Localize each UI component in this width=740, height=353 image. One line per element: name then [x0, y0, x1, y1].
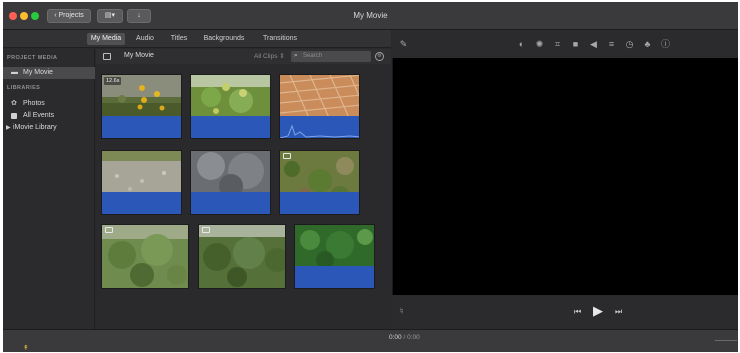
- audio-waveform: [280, 115, 359, 138]
- clip-thumbnail-apple-tree[interactable]: [190, 74, 271, 139]
- project-media-header: PROJECT MEDIA: [7, 55, 58, 61]
- audio-waveform: [295, 265, 374, 288]
- timeline-playhead-icon[interactable]: ↟: [23, 344, 29, 352]
- audio-waveform: [191, 191, 270, 214]
- clip-thumbnail-shrubs[interactable]: [101, 224, 189, 289]
- clip-thumbnail-weeds[interactable]: [279, 150, 360, 215]
- magic-wand-icon[interactable]: ✎: [398, 39, 409, 49]
- title-bar: ‹ Projects ▤▾ ↓ My Movie: [3, 2, 738, 30]
- sidebar-item-my-movie[interactable]: ▬ My Movie: [3, 67, 95, 79]
- noise-reduction-icon[interactable]: ≡: [606, 39, 617, 49]
- clip-filter-icon[interactable]: ♣: [642, 39, 653, 49]
- sidebar-item-photos[interactable]: ✿ Photos: [3, 98, 95, 110]
- color-correction-icon[interactable]: ✺: [534, 39, 545, 49]
- events-icon: [11, 113, 17, 119]
- timecode-separator: /: [403, 334, 406, 341]
- window-title: My Movie: [353, 11, 388, 20]
- search-icon: ⌕: [294, 52, 298, 59]
- sidebar-item-label: My Movie: [23, 69, 53, 76]
- bushes-image: [199, 225, 285, 288]
- camera-icon: [202, 227, 210, 233]
- volume-icon[interactable]: ◀: [588, 39, 599, 49]
- clip-thumbnail-sunflowers[interactable]: 12.6s: [101, 74, 182, 139]
- search-placeholder: Search: [303, 53, 323, 59]
- audio-waveform: [102, 115, 181, 138]
- timeline-header: 0:00 / 0:00 ↟: [3, 329, 738, 352]
- media-browser: 12.6s: [96, 64, 391, 329]
- zoom-slider[interactable]: [715, 340, 737, 341]
- libraries-sidebar: PROJECT MEDIA ▬ My Movie LIBRARIES ✿ Pho…: [3, 49, 95, 329]
- video-viewer: [392, 58, 738, 295]
- browser-settings-gear-icon[interactable]: ⚙: [375, 52, 384, 61]
- playback-controls: ♮ ⏮ ▶ ⏭: [392, 295, 738, 329]
- imovie-window: ‹ Projects ▤▾ ↓ My Movie My Media Audio …: [3, 2, 738, 352]
- disclosure-triangle-icon[interactable]: ▶: [6, 122, 11, 134]
- film-icon: ▬: [11, 69, 18, 76]
- sidebar-item-all-events[interactable]: All Events: [3, 110, 95, 122]
- audio-waveform: [280, 191, 359, 214]
- speed-icon[interactable]: ◷: [624, 39, 635, 49]
- browser-toolbar: My Movie All Clips ⇕ ⌕ Search ⚙: [96, 49, 391, 64]
- tab-transitions[interactable]: Transitions: [258, 33, 302, 45]
- tab-my-media[interactable]: My Media: [87, 33, 125, 45]
- audio-waveform: [102, 191, 181, 214]
- skip-back-icon[interactable]: ⏮: [574, 307, 581, 317]
- tab-audio[interactable]: Audio: [134, 33, 156, 45]
- camera-icon: [105, 227, 113, 233]
- clip-thumbnail-brick[interactable]: [279, 74, 360, 139]
- crop-icon[interactable]: ⌗: [552, 39, 563, 49]
- sidebar-toggle-icon[interactable]: [103, 53, 111, 60]
- stabilization-icon[interactable]: ■: [570, 39, 581, 49]
- timecode-current: 0:00: [389, 334, 402, 341]
- clip-filter-label: All Clips: [254, 53, 278, 60]
- tab-titles[interactable]: Titles: [168, 33, 190, 45]
- clip-thumbnail-gravel[interactable]: [101, 150, 182, 215]
- clip-duration-badge: 12.6s: [104, 77, 122, 85]
- camera-icon: [283, 153, 291, 159]
- clip-thumbnail-leaves[interactable]: [294, 224, 375, 289]
- audio-waveform: [191, 115, 270, 138]
- search-field[interactable]: ⌕ Search: [291, 51, 371, 62]
- play-icon[interactable]: ▶: [593, 303, 603, 319]
- timecode-total: 0:00: [407, 334, 420, 341]
- sidebar-item-label: Photos: [23, 100, 45, 107]
- sidebar-item-imovie-library[interactable]: ▶ iMovie Library: [3, 122, 95, 134]
- shrubs-image: [102, 225, 188, 288]
- clip-thumbnail-bushes[interactable]: [198, 224, 286, 289]
- microphone-icon[interactable]: ♮: [400, 306, 403, 317]
- up-down-chevron-icon: ⇕: [279, 53, 285, 60]
- color-balance-icon[interactable]: ◐: [516, 39, 527, 49]
- clip-thumbnail-cloud[interactable]: [190, 150, 271, 215]
- libraries-header: LIBRARIES: [7, 85, 41, 91]
- photos-icon: ✿: [11, 100, 17, 107]
- info-icon[interactable]: ⓘ: [660, 39, 671, 49]
- sidebar-item-label: iMovie Library: [13, 124, 57, 131]
- clip-filter-select[interactable]: All Clips ⇕: [254, 52, 285, 60]
- skip-forward-icon[interactable]: ⏭: [615, 307, 622, 317]
- media-tabs: My Media Audio Titles Backgrounds Transi…: [3, 30, 391, 48]
- tab-backgrounds[interactable]: Backgrounds: [201, 33, 247, 45]
- waveform-spikes: [280, 124, 359, 138]
- sidebar-item-label: All Events: [23, 112, 55, 119]
- viewer-toolbar: ✎ ◐ ✺ ⌗ ■ ◀ ≡ ◷ ♣ ⓘ: [392, 30, 738, 58]
- event-title: My Movie: [124, 52, 154, 59]
- timecode-display: 0:00 / 0:00: [389, 334, 420, 341]
